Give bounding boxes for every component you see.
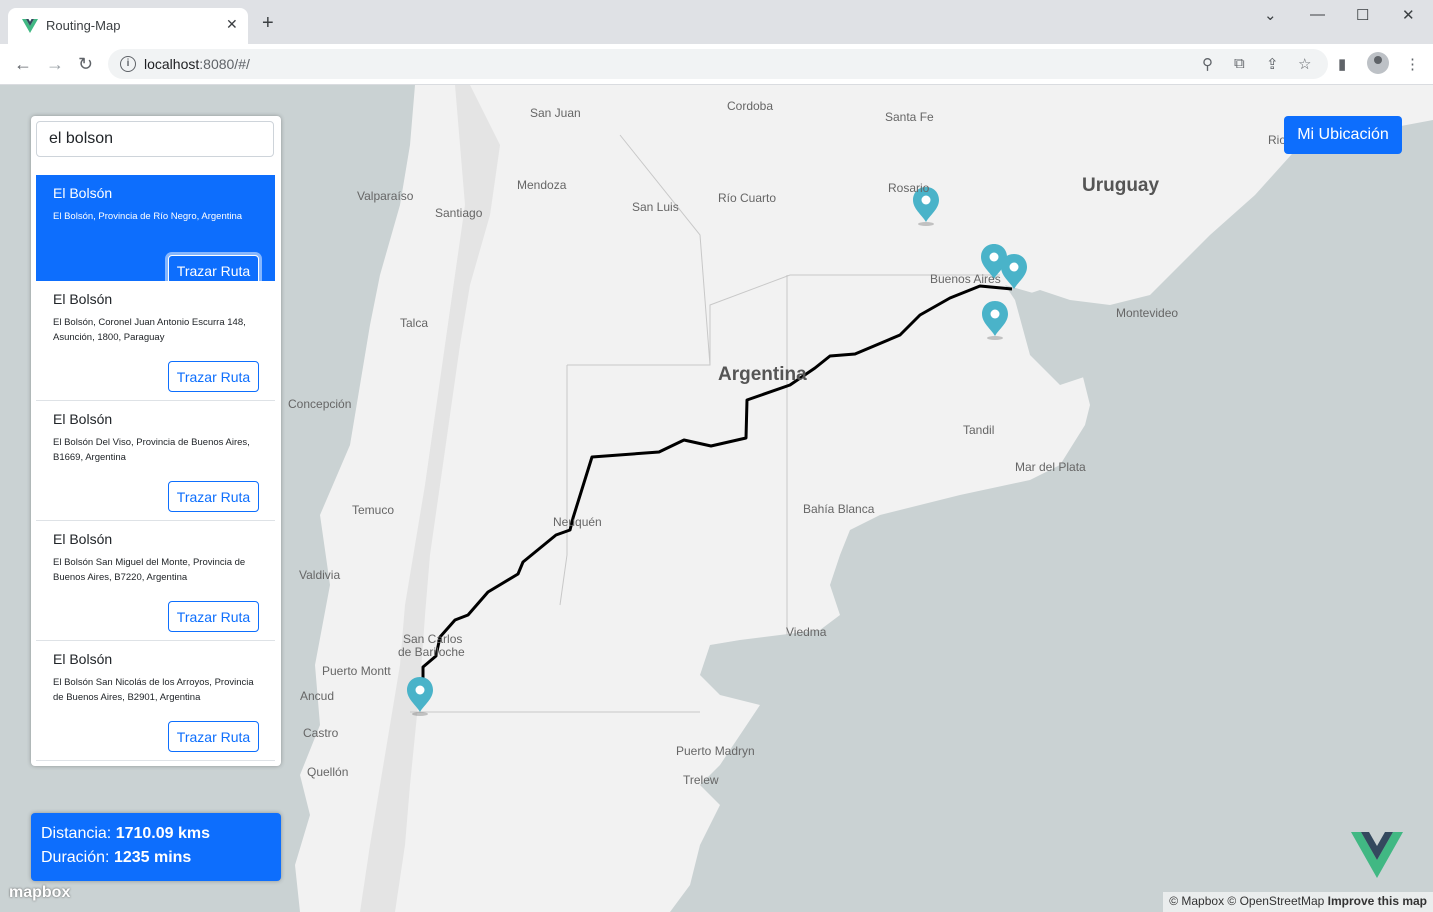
place-label: Rosario xyxy=(888,181,930,195)
place-label: Valparaíso xyxy=(357,189,414,203)
place-label: Bahía Blanca xyxy=(803,502,875,516)
result-title: El Bolsón xyxy=(53,411,113,427)
result-item[interactable]: El Bolsón El Bolsón, Coronel Juan Antoni… xyxy=(36,281,275,401)
country-label: Argentina xyxy=(718,364,807,385)
place-label: San Carlos xyxy=(403,632,463,646)
back-icon[interactable]: ← xyxy=(14,54,32,74)
result-title: El Bolsón xyxy=(53,185,113,201)
place-label: Cordoba xyxy=(727,99,774,113)
place-label: Temuco xyxy=(352,503,395,517)
result-address: El Bolsón, Provincia de Río Negro, Argen… xyxy=(53,211,243,222)
translate-icon[interactable]: ⧉ xyxy=(1234,55,1245,72)
place-label: Río Cuarto xyxy=(718,191,777,205)
search-panel: El Bolsón El Bolsón, Provincia de Río Ne… xyxy=(31,116,281,766)
duration-label: Duración: xyxy=(41,849,110,866)
place-label: Tandil xyxy=(963,423,995,437)
my-location-button[interactable]: Mi Ubicación xyxy=(1284,116,1402,154)
result-item[interactable]: El Bolsón El Bolsón San Nicolás de los A… xyxy=(36,641,275,761)
place-label: Trelew xyxy=(683,773,719,787)
result-address: El Bolsón, Coronel Juan Antonio Escurra … xyxy=(53,317,246,343)
trazar-ruta-button[interactable]: Trazar Ruta xyxy=(168,481,259,512)
place-label: Montevideo xyxy=(1116,306,1179,320)
result-title: El Bolsón xyxy=(53,651,113,667)
place-label: Concepción xyxy=(288,397,352,411)
place-label: Puerto Madryn xyxy=(676,744,755,758)
country-label: Uruguay xyxy=(1082,175,1160,196)
result-address: El Bolsón Del Viso, Provincia de Buenos … xyxy=(53,437,250,463)
map-attribution: © Mapbox © OpenStreetMap Improve this ma… xyxy=(1163,892,1433,912)
menu-kebab-icon[interactable]: ⋮ xyxy=(1405,55,1420,73)
result-item[interactable]: El Bolsón El Bolsón, Provincia de Río Ne… xyxy=(36,175,275,295)
tab-title: Routing-Map xyxy=(46,18,121,33)
place-label: Ancud xyxy=(300,689,335,703)
vue-favicon-icon xyxy=(22,19,38,33)
improve-map-link[interactable]: Improve this map xyxy=(1328,894,1427,908)
browser-tab[interactable]: Routing-Map ✕ xyxy=(8,8,248,44)
tab-search-icon[interactable]: ⌄ xyxy=(1264,6,1277,24)
address-bar[interactable]: i localhost:8080/#/ ⚲ ⧉ ⇪ ☆ xyxy=(108,49,1328,79)
result-item[interactable]: El Bolsón El Bolsón Del Viso, Provincia … xyxy=(36,401,275,521)
place-label: Valdivia xyxy=(299,568,341,582)
place-label: San Luis xyxy=(632,200,679,214)
new-tab-icon[interactable]: + xyxy=(262,13,274,33)
reload-icon[interactable]: ↻ xyxy=(78,54,93,74)
place-label: Neuquén xyxy=(553,515,602,529)
trazar-ruta-button[interactable]: Trazar Ruta xyxy=(168,721,259,752)
vue-logo-icon xyxy=(1351,832,1403,878)
side-panel-icon[interactable]: ▮ xyxy=(1338,55,1346,73)
place-label: Viedma xyxy=(786,625,827,639)
url-text[interactable]: localhost:8080/#/ xyxy=(144,56,250,72)
maximize-icon[interactable]: ☐ xyxy=(1356,6,1369,24)
place-label: de Bariloche xyxy=(398,645,465,659)
place-label: Santa Fe xyxy=(885,110,934,124)
place-label: Talca xyxy=(400,316,429,330)
place-label: Mendoza xyxy=(517,178,567,192)
bookmark-star-icon[interactable]: ☆ xyxy=(1298,55,1311,73)
mapbox-logo[interactable]: mapbox xyxy=(9,884,70,902)
location-pin-icon[interactable]: ⚲ xyxy=(1202,55,1213,73)
place-label: Castro xyxy=(303,726,339,740)
share-icon[interactable]: ⇪ xyxy=(1266,55,1279,73)
place-label: Mar del Plata xyxy=(1015,460,1086,474)
profile-avatar-icon[interactable] xyxy=(1367,52,1389,74)
route-stats-panel: Distancia: 1710.09 kms Duración: 1235 mi… xyxy=(31,813,281,881)
place-label: Santiago xyxy=(435,206,483,220)
place-label: Puerto Montt xyxy=(322,664,391,678)
place-label: Buenos Aires xyxy=(930,272,1001,286)
minimize-icon[interactable]: — xyxy=(1310,6,1325,23)
browser-titlebar: Routing-Map ✕ + ⌄ — ☐ ✕ xyxy=(0,0,1433,44)
site-info-icon[interactable]: i xyxy=(120,56,136,72)
place-label: Quellón xyxy=(307,765,349,779)
trazar-ruta-button[interactable]: Trazar Ruta xyxy=(168,601,259,632)
result-address: El Bolsón San Miguel del Monte, Provinci… xyxy=(53,557,246,583)
duration-value: 1235 mins xyxy=(113,849,192,866)
browser-toolbar: ← → ↻ i localhost:8080/#/ ⚲ ⧉ ⇪ ☆ ▮ ⋮ xyxy=(0,44,1433,85)
result-address: El Bolsón San Nicolás de los Arroyos, Pr… xyxy=(53,677,254,703)
tab-close-icon[interactable]: ✕ xyxy=(226,16,238,33)
attribution-text[interactable]: © Mapbox © OpenStreetMap xyxy=(1169,894,1324,908)
place-label: San Juan xyxy=(530,106,581,120)
forward-icon[interactable]: → xyxy=(46,54,64,74)
trazar-ruta-button[interactable]: Trazar Ruta xyxy=(168,361,259,392)
search-input[interactable] xyxy=(36,121,274,157)
distance-label: Distancia: xyxy=(41,825,112,842)
result-title: El Bolsón xyxy=(53,291,113,307)
result-title: El Bolsón xyxy=(53,531,113,547)
close-window-icon[interactable]: ✕ xyxy=(1402,6,1415,24)
distance-value: 1710.09 kms xyxy=(115,825,211,842)
result-item[interactable]: El Bolsón El Bolsón San Miguel del Monte… xyxy=(36,521,275,641)
